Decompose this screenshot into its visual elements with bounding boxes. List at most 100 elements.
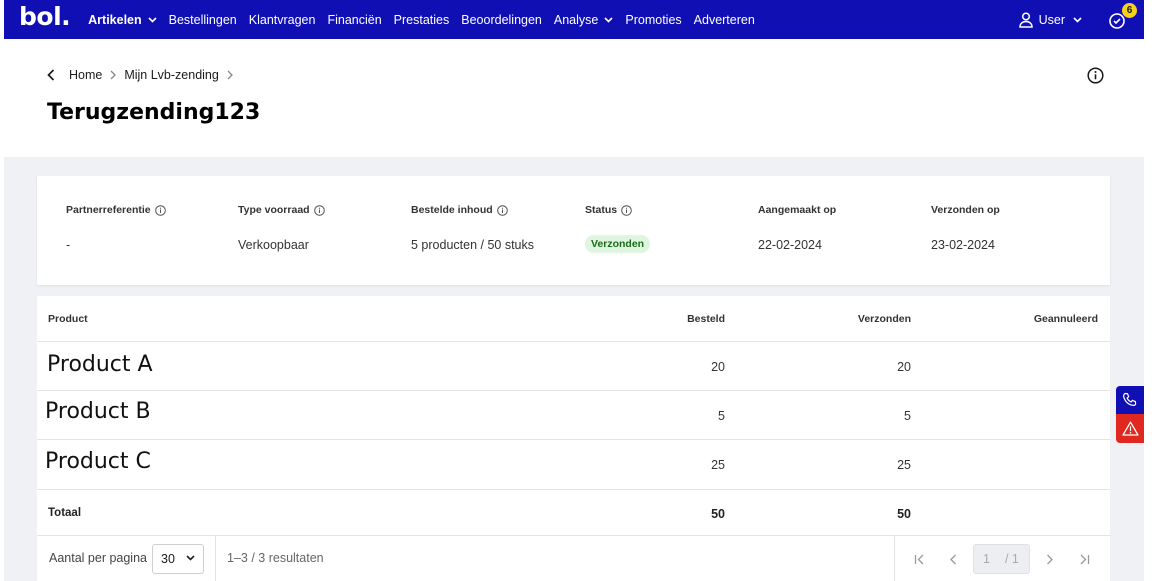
nav-item-promoties[interactable]: Promoties [625,13,681,27]
column-header-product: Product [48,313,88,325]
verzonden-value: 25 [897,458,911,472]
call-support-button[interactable] [1116,386,1144,414]
results-count: 1–3 / 3 resultaten [227,551,324,565]
divider [894,536,895,581]
main-nav: Artikelen Bestellingen Klantvragen Finan… [88,0,767,39]
besteld-value: 20 [711,360,725,374]
per-page-label: Aantal per pagina [49,551,147,565]
nav-item-klantvragen[interactable]: Klantvragen [249,13,316,27]
product-name: Product B [45,399,151,424]
summary-label: Partnerreferentie [66,204,166,216]
chevron-left-icon [950,554,956,564]
top-right-controls: User 6 [1018,0,1137,39]
total-besteld: 50 [711,507,725,521]
total-pages: / 1 [1004,552,1019,566]
per-page-select[interactable]: 30 [152,544,204,574]
summary-value: - [66,238,71,252]
products-table: Product Besteld Verzonden Geannuleerd Pr… [37,296,1110,581]
chevron-right-icon [110,70,117,80]
nav-item-beoordelingen[interactable]: Beoordelingen [461,13,542,27]
next-page-button[interactable] [1041,550,1059,568]
label-text: Status [585,204,618,216]
column-header-geannuleerd: Geannuleerd [1033,313,1098,325]
page-title: Terugzending123 [47,100,261,125]
shipment-summary-card: Partnerreferentie - Type voorraad Verkoo… [37,176,1110,285]
label-text: Type voorraad [238,204,310,216]
verzonden-value: 5 [904,409,911,423]
summary-label: Verzonden op [931,204,1000,216]
besteld-value: 5 [718,409,725,423]
info-icon[interactable] [1087,67,1104,84]
summary-label: Status [585,204,650,216]
summary-value: Verkoopbaar [238,238,309,252]
first-page-icon [914,554,923,564]
bol-logo[interactable]: bol. [19,4,71,29]
table-header: Product Besteld Verzonden Geannuleerd [37,296,1110,342]
summary-partnerreferentie: Partnerreferentie - [66,204,166,252]
last-page-button[interactable] [1075,550,1093,568]
table-total-row: Totaal 50 50 [37,490,1110,536]
chevron-down-icon [604,16,613,23]
column-header-besteld: Besteld [687,313,725,325]
divider [215,536,216,581]
info-icon[interactable] [496,204,508,216]
summary-type-voorraad: Type voorraad Verkoopbaar [238,204,325,252]
previous-page-button[interactable] [944,550,962,568]
label-text: Partnerreferentie [66,204,151,216]
page-number-input[interactable]: 1 / 1 [973,544,1030,574]
report-issue-button[interactable] [1116,414,1144,443]
summary-verzonden-op: Verzonden op 23-02-2024 [931,204,1000,252]
nav-item-label: Artikelen [88,12,142,27]
chevron-down-icon [1073,16,1082,23]
besteld-value: 25 [711,458,725,472]
summary-label: Type voorraad [238,204,325,216]
summary-value: 22-02-2024 [758,238,822,252]
chevron-down-icon [186,555,195,561]
summary-aangemaakt-op: Aangemaakt op 22-02-2024 [758,204,836,252]
breadcrumb-parent[interactable]: Mijn Lvb-zending [124,68,219,82]
product-name: Product C [45,449,151,474]
chevron-left-icon[interactable] [47,69,55,81]
summary-label: Bestelde inhoud [411,204,534,216]
breadcrumb-home[interactable]: Home [69,68,102,82]
product-name: Product A [47,352,153,377]
verzonden-value: 20 [897,360,911,374]
summary-value: 5 producten / 50 stuks [411,238,534,252]
nav-item-bestellingen[interactable]: Bestellingen [169,13,237,27]
info-icon[interactable] [313,204,325,216]
summary-label: Aangemaakt op [758,204,837,216]
user-icon [1018,11,1033,28]
user-menu[interactable]: User [1018,11,1088,28]
chevron-right-icon [227,70,233,80]
per-page-value: 30 [161,552,175,566]
nav-item-financien[interactable]: Financiën [327,13,381,27]
nav-item-label: Analyse [553,12,599,27]
total-label: Totaal [48,507,82,519]
summary-bestelde-inhoud: Bestelde inhoud 5 producten / 50 stuks [411,204,534,252]
top-navigation-bar: bol. Artikelen Bestellingen Klantvragen … [4,0,1144,39]
total-verzonden: 50 [897,507,911,521]
table-row: Product C 25 25 [37,440,1110,490]
first-page-button[interactable] [910,550,928,568]
current-page: 1 [983,552,990,566]
info-icon[interactable] [621,204,632,216]
table-row: Product A 20 20 [37,342,1110,391]
nav-item-prestaties[interactable]: Prestaties [394,13,450,27]
table-row: Product B 5 5 [37,391,1110,440]
summary-status: Status Verzonden [585,204,651,253]
chevron-right-icon [1047,554,1053,564]
pagination-bar: Aantal per pagina 30 1–3 / 3 resultaten … [37,536,1110,581]
nav-item-artikelen[interactable]: Artikelen [88,13,157,27]
nav-item-adverteren[interactable]: Adverteren [694,13,755,27]
summary-value: 23-02-2024 [931,238,995,252]
status-badge: Verzonden [585,235,651,253]
label-text: Bestelde inhoud [411,204,493,216]
warning-icon [1121,421,1139,436]
breadcrumb: Home Mijn Lvb-zending [47,68,241,82]
phone-icon [1122,392,1137,407]
chevron-down-icon [148,16,157,23]
nav-item-analyse[interactable]: Analyse [554,13,613,27]
notifications-button[interactable]: 6 [1108,2,1137,31]
info-icon[interactable] [154,204,166,216]
user-label: User [1038,12,1065,27]
